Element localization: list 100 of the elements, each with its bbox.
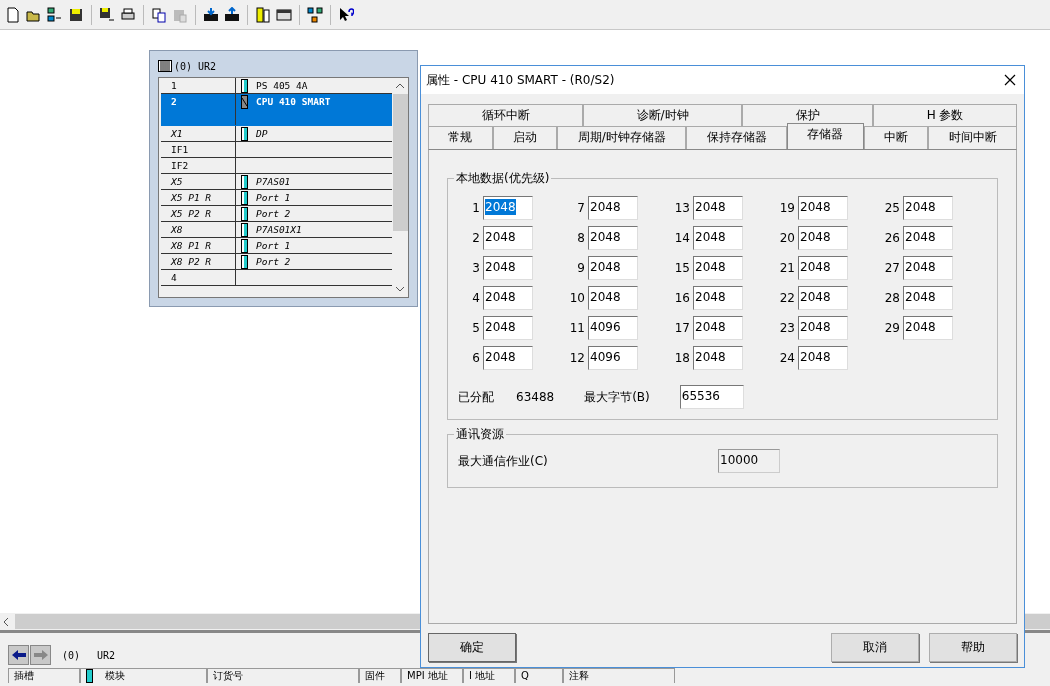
tab[interactable]: 中断 — [863, 126, 929, 149]
input-field[interactable]: 2048 — [588, 196, 638, 220]
rack-row[interactable]: IF1 — [161, 142, 392, 158]
tab[interactable]: 常规 — [428, 126, 493, 149]
input-field[interactable]: 2048 — [483, 256, 533, 280]
module-icon — [241, 79, 248, 93]
download-icon[interactable] — [203, 6, 219, 23]
slot-number: X5 P2 R — [171, 208, 212, 219]
allocated-label: 已分配 — [458, 388, 494, 406]
scroll-down-icon[interactable] — [395, 286, 405, 292]
save-icon[interactable] — [68, 6, 84, 23]
input-field[interactable]: 2048 — [798, 346, 848, 370]
module-icon — [241, 95, 248, 109]
max-bytes-label: 最大字节(B) — [584, 388, 650, 406]
tab[interactable]: 循环中断 — [428, 104, 584, 126]
tab[interactable]: 保持存储器 — [686, 126, 787, 149]
input-field[interactable]: 2048 — [693, 286, 743, 310]
rack-row[interactable]: X8 P7AS01X1 — [161, 222, 392, 238]
tab[interactable]: 保护 — [742, 104, 874, 126]
tab[interactable]: 周期/时钟存储器 — [557, 126, 687, 149]
save-compile-icon[interactable] — [99, 6, 115, 23]
cancel-button[interactable]: 取消 — [831, 633, 919, 662]
rack-row[interactable]: X5 P2 R Port 2 — [161, 206, 392, 222]
scroll-left-icon[interactable] — [3, 616, 9, 627]
column-header[interactable]: 订货号 — [207, 668, 359, 683]
network-icon[interactable] — [47, 6, 63, 23]
input-field[interactable]: 2048 — [483, 346, 533, 370]
input-field[interactable]: 2048 — [693, 346, 743, 370]
column-header[interactable]: Q — [515, 668, 563, 683]
input-field[interactable]: 2048 — [903, 226, 953, 250]
priority-label: 28 — [883, 291, 900, 305]
priority-label: 27 — [883, 261, 900, 275]
input-field[interactable]: 2048 — [798, 316, 848, 340]
rack-row[interactable]: X5 P7AS01 — [161, 174, 392, 190]
rack-row[interactable]: 2 CPU 410 SMART — [161, 94, 392, 126]
priority-label: 8 — [576, 231, 585, 245]
input-field[interactable]: 2048 — [903, 286, 953, 310]
input-field[interactable]: 2048 — [693, 316, 743, 340]
input-field[interactable]: 2048 — [798, 286, 848, 310]
slot-number: X5 P1 R — [171, 192, 212, 203]
input-field[interactable]: 65536 — [679, 385, 744, 409]
input-field[interactable]: 2048 — [693, 256, 743, 280]
rack-row[interactable]: X8 P1 R Port 1 — [161, 238, 392, 254]
input-field[interactable]: 2048 — [903, 196, 953, 220]
column-header[interactable]: MPI 地址 — [401, 668, 463, 683]
tab[interactable]: 启动 — [492, 126, 558, 149]
priority-label: 9 — [576, 261, 585, 275]
column-header[interactable]: 注释 — [563, 668, 675, 683]
ok-button[interactable]: 确定 — [428, 633, 516, 662]
input-field[interactable]: 2048 — [588, 226, 638, 250]
input-field[interactable]: 2048 — [798, 196, 848, 220]
module-icon — [241, 191, 248, 205]
input-field[interactable]: 2048 — [798, 256, 848, 280]
input-field[interactable]: 2048 — [903, 256, 953, 280]
help-button[interactable]: 帮助 — [929, 633, 1017, 662]
input-field[interactable]: 2048 — [693, 226, 743, 250]
priority-label: 26 — [883, 231, 900, 245]
input-field[interactable]: 2048 — [483, 286, 533, 310]
column-header[interactable]: 插槽 — [8, 668, 80, 683]
module-name: PS 405 4A — [256, 79, 308, 93]
upload-icon[interactable] — [224, 6, 240, 23]
tab[interactable]: 时间中断 — [928, 126, 1017, 149]
back-button[interactable] — [8, 645, 29, 665]
module-name: CPU 410 SMART — [256, 95, 331, 109]
new-file-icon[interactable] — [5, 6, 21, 23]
module-icon — [241, 223, 248, 237]
input-field[interactable]: 4096 — [588, 346, 638, 370]
input-field[interactable]: 2048 — [798, 226, 848, 250]
close-icon[interactable] — [1004, 74, 1016, 86]
rack-row[interactable]: 4 — [161, 270, 392, 286]
input-field[interactable]: 2048 — [693, 196, 743, 220]
priority-label: 4 — [471, 291, 480, 305]
module-icon[interactable] — [255, 6, 271, 23]
input-field[interactable]: 2048 — [483, 196, 533, 220]
input-field[interactable]: 2048 — [588, 286, 638, 310]
module-icon — [241, 255, 248, 269]
rack-row[interactable]: X8 P2 R Port 2 — [161, 254, 392, 270]
column-header[interactable]: 模块 — [80, 668, 207, 683]
input-field[interactable]: 2048 — [588, 256, 638, 280]
input-field[interactable]: 2048 — [903, 316, 953, 340]
window-icon[interactable] — [276, 6, 292, 23]
rack-row[interactable]: IF2 — [161, 158, 392, 174]
help-pointer-icon[interactable] — [338, 6, 354, 23]
copy-icon[interactable] — [151, 6, 167, 23]
network-config-icon[interactable] — [307, 6, 323, 23]
input-field[interactable]: 2048 — [483, 316, 533, 340]
scroll-up-icon[interactable] — [395, 83, 405, 89]
priority-label: 23 — [778, 321, 795, 335]
tab[interactable]: H 参数 — [873, 104, 1017, 126]
rack-row[interactable]: X1 DP — [161, 126, 392, 142]
input-field[interactable]: 4096 — [588, 316, 638, 340]
column-header[interactable]: 固件 — [359, 668, 401, 683]
rack-icon — [158, 60, 172, 72]
slot-number: X8 P2 R — [171, 256, 212, 267]
column-header[interactable]: I 地址 — [463, 668, 515, 683]
tab[interactable]: 存储器 — [786, 123, 864, 149]
print-icon[interactable] — [120, 6, 136, 23]
rack-row[interactable]: X5 P1 R Port 1 — [161, 190, 392, 206]
tab[interactable]: 诊断/时钟 — [583, 104, 743, 126]
input-field[interactable]: 2048 — [483, 226, 533, 250]
